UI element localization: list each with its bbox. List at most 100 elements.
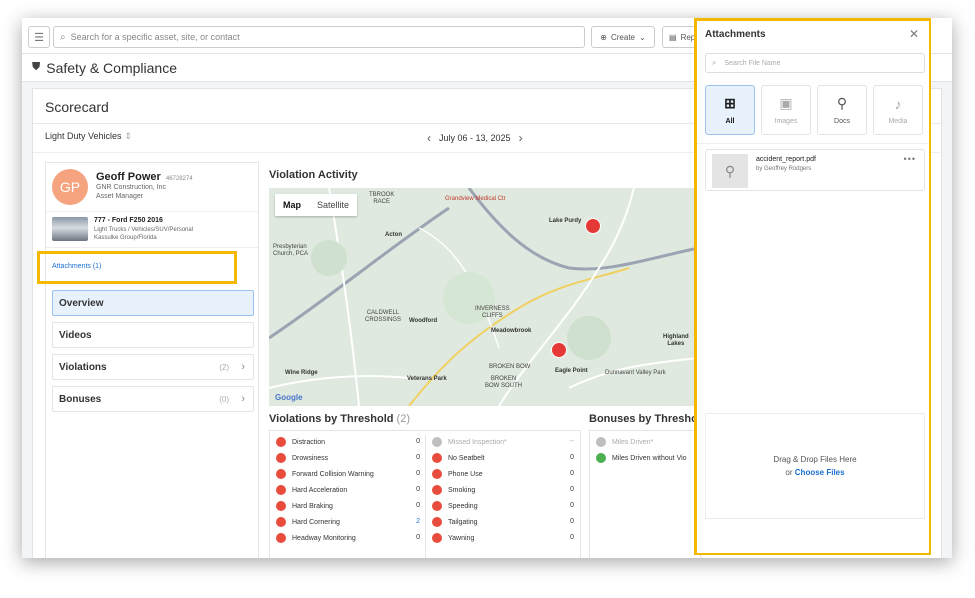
violation-row: Speeding [432, 499, 478, 513]
attachments-link-highlight [37, 251, 237, 284]
map-label-tbrook: TBROOK RACE [369, 192, 395, 205]
violation-row: Smoking [432, 483, 475, 497]
map-label-meadowbrook: Meadowbrook [491, 328, 532, 334]
search-icon: ⌕ [712, 58, 717, 67]
violation-label: Speeding [448, 502, 478, 510]
violation-pin[interactable] [585, 218, 601, 234]
nav-item-bonuses[interactable]: Bonuses (0) › [52, 386, 254, 412]
file-search-input[interactable]: ⌕ Search File Name [705, 53, 925, 73]
violation-value[interactable]: 2 [410, 518, 420, 525]
global-search-input[interactable]: ⌕ Search for a specific asset, site, or … [53, 26, 585, 48]
bonus-icon [596, 453, 606, 463]
document-icon: ▤ [669, 32, 677, 42]
violation-label: Smoking [448, 486, 476, 494]
violation-value: 0 [416, 502, 420, 509]
bonuses-threshold-table: Miles Driven* Miles Driven without Vio [589, 430, 701, 558]
violation-value: 0 [570, 502, 574, 509]
nav-item-label: Violations [59, 361, 107, 373]
violation-row: Hard Cornering [276, 515, 340, 529]
shield-icon: ⛊ [32, 61, 41, 73]
scorecard-title: Scorecard [45, 99, 109, 115]
violation-value: 0 [570, 534, 574, 541]
bonus-label: Miles Driven without Vio [612, 454, 687, 462]
violation-value: 0 [570, 486, 574, 493]
file-search-placeholder: Search File Name [724, 59, 781, 67]
chevron-right-icon[interactable]: › [519, 131, 523, 145]
nav-item-videos[interactable]: Videos [52, 322, 254, 348]
avatar: GP [52, 169, 88, 205]
vehicle-type-selector[interactable]: Light Duty Vehicles ⇕ [45, 131, 132, 142]
more-options-icon[interactable]: ••• [904, 154, 916, 164]
map-tab[interactable]: Map [275, 194, 309, 216]
file-dropzone[interactable]: Drag & Drop Files Here or Choose Files [705, 413, 925, 519]
file-item[interactable]: ⚲ accident_report.pdf by Geoffrey Rodger… [705, 149, 925, 191]
violation-activity-title: Violation Activity [269, 169, 358, 181]
bonus-label: Miles Driven* [612, 438, 654, 446]
attachments-panel: Attachments ✕ ⌕ Search File Name ⊞ All ▣… [697, 21, 929, 553]
violation-icon [432, 437, 442, 447]
map-label-veterans: Veterans Park [407, 376, 447, 382]
violation-label: Hard Cornering [292, 518, 340, 526]
violation-icon [276, 469, 286, 479]
tab-docs[interactable]: ⚲ Docs [817, 85, 867, 135]
page-title: Safety & Compliance [46, 59, 177, 76]
driver-name: Geoff Power 46728274 [96, 171, 193, 183]
google-logo: Google [275, 393, 303, 402]
violation-row: Distraction [276, 435, 325, 449]
paperclip-icon: ⚲ [836, 95, 848, 111]
truck-type: Light Trucks / Vehicles/SUV/Personal [94, 227, 194, 233]
divider [425, 435, 426, 558]
filter-button[interactable]: ☰ [28, 26, 50, 48]
nav-item-count: (0) [219, 394, 229, 404]
satellite-tab[interactable]: Satellite [309, 194, 357, 216]
violation-icon [276, 517, 286, 527]
file-author: by Geoffrey Rodgers [756, 166, 812, 172]
create-label: Create [610, 32, 635, 42]
violation-label: Forward Collision Warning [292, 470, 374, 478]
chevron-down-icon: ⌄ [639, 32, 646, 42]
violation-value: 0 [416, 486, 420, 493]
violation-icon [432, 485, 442, 495]
map-label-acton: Acton [385, 232, 402, 238]
create-button[interactable]: ⊕ Create ⌄ [591, 26, 655, 48]
search-icon: ⌕ [60, 31, 66, 43]
violation-label: Hard Acceleration [292, 486, 348, 494]
vehicle-type-label: Light Duty Vehicles [45, 131, 122, 141]
violation-label: Hard Braking [292, 502, 333, 510]
choose-files-row: or Choose Files [785, 468, 844, 477]
bonus-row: Miles Driven* [596, 435, 653, 449]
tab-all[interactable]: ⊞ All [705, 85, 755, 135]
violation-label: Missed Inspection* [448, 438, 507, 446]
driver-name-text: Geoff Power [96, 171, 161, 183]
nav-item-label: Videos [59, 329, 92, 341]
music-note-icon: ♪ [894, 95, 902, 112]
close-icon[interactable]: ✕ [909, 27, 919, 41]
map-label-inverness: INVERNESS CLIFFS [475, 306, 510, 319]
violation-row: Tailgating [432, 515, 478, 529]
violation-row: Yawning [432, 531, 474, 545]
or-text: or [785, 468, 793, 477]
tab-media[interactable]: ♪ Media [873, 85, 923, 135]
chevron-left-icon[interactable]: ‹ [427, 131, 431, 145]
violation-label: Phone Use [448, 470, 483, 478]
violation-label: Headway Monitoring [292, 534, 356, 542]
violations-threshold-title: Violations by Threshold (2) [269, 413, 410, 425]
drop-text: Drag & Drop Files Here [773, 455, 857, 464]
violation-map[interactable]: Map Satellite Grandview Medical Ctr TBRO… [269, 188, 699, 406]
violation-label: Distraction [292, 438, 326, 446]
driver-id: 46728274 [165, 176, 193, 182]
nav-item-overview[interactable]: Overview [52, 290, 254, 316]
file-name: accident_report.pdf [756, 156, 816, 163]
choose-files-link[interactable]: Choose Files [795, 468, 845, 477]
map-label-brokenbowsouth: BROKEN BOW SOUTH [485, 376, 522, 389]
bonus-icon [596, 437, 606, 447]
violation-pin[interactable] [551, 342, 567, 358]
search-placeholder: Search for a specific asset, site, or co… [70, 32, 240, 42]
violation-row: Drowsiness [276, 451, 328, 465]
violation-icon [276, 533, 286, 543]
nav-item-violations[interactable]: Violations (2) › [52, 354, 254, 380]
nav-item-count: (2) [219, 362, 229, 372]
map-label-eaglepoint: Eagle Point [555, 368, 588, 374]
tab-images[interactable]: ▣ Images [761, 85, 811, 135]
violation-icon [432, 517, 442, 527]
